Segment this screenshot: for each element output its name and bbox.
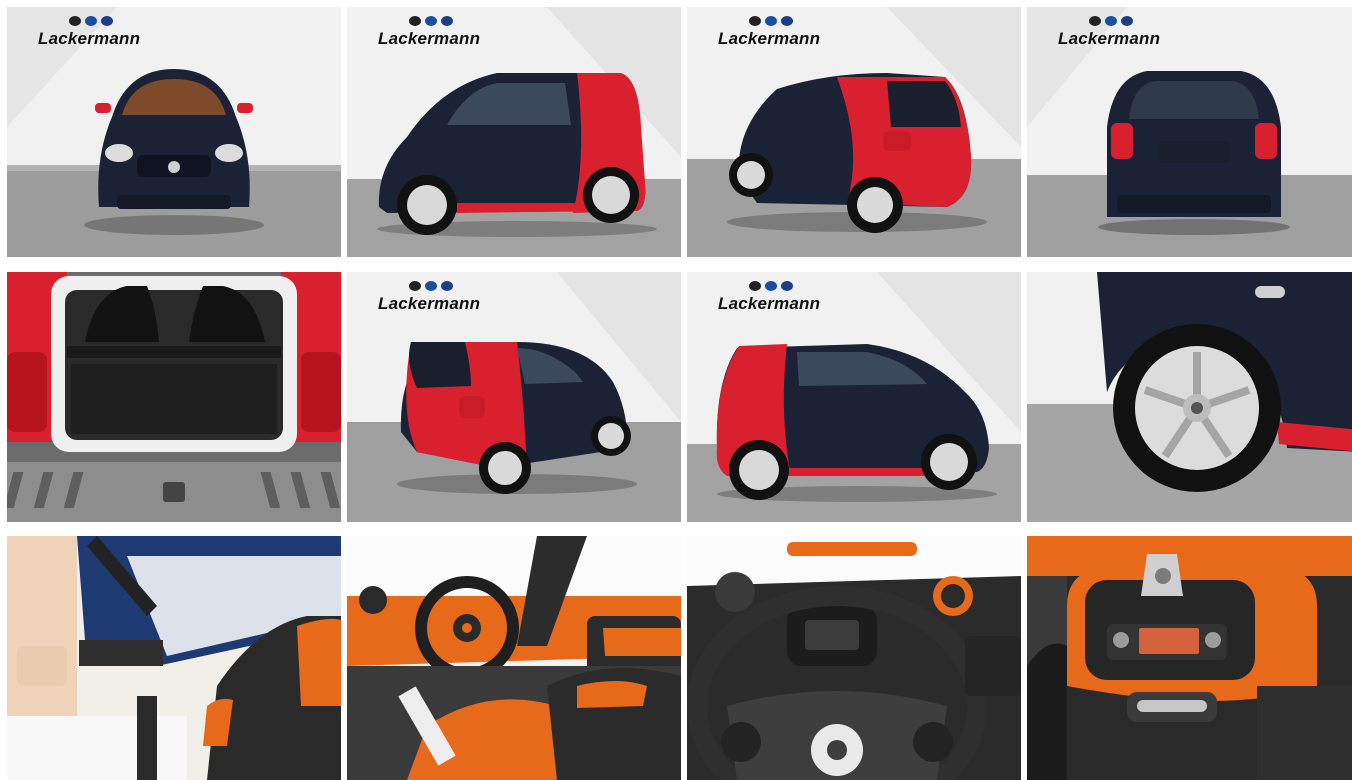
panorama-roof-photo (7, 536, 341, 780)
dealer-logo-text: Lackermann (718, 294, 821, 313)
car-wheel-photo (1027, 272, 1352, 522)
dealer-logo-text: Lackermann (1058, 29, 1161, 48)
photo-tile-front[interactable]: Lackermann (7, 7, 341, 257)
car-trunk-photo (7, 272, 341, 522)
photo-tile-cockpit[interactable] (347, 536, 681, 780)
steering-wheel-photo (687, 536, 1021, 780)
photo-tile-rear-three-quarter[interactable]: Lackermann (687, 7, 1021, 257)
photo-tile-center-console[interactable] (1027, 536, 1352, 780)
photo-tile-panorama-roof[interactable] (7, 536, 341, 780)
photo-tile-trunk[interactable] (7, 272, 341, 522)
photo-gallery-grid: Lackermann Lackermann Lackermann Lackerm… (0, 0, 1352, 780)
dealer-logo: Lackermann (718, 281, 838, 321)
dealer-logo: Lackermann (718, 16, 838, 56)
photo-tile-steering-wheel[interactable] (687, 536, 1021, 780)
dealer-logo: Lackermann (378, 16, 498, 56)
dealer-logo: Lackermann (38, 16, 158, 56)
dealer-logo-text: Lackermann (38, 29, 141, 48)
cockpit-photo (347, 536, 681, 780)
photo-tile-rear-left-three-quarter[interactable]: Lackermann (347, 272, 681, 522)
center-console-photo (1027, 536, 1352, 780)
dealer-logo-text: Lackermann (378, 29, 481, 48)
photo-tile-side-left[interactable]: Lackermann (347, 7, 681, 257)
photo-tile-side-right[interactable]: Lackermann (687, 272, 1021, 522)
photo-tile-wheel[interactable] (1027, 272, 1352, 522)
photo-tile-rear[interactable]: Lackermann (1027, 7, 1352, 257)
dealer-logo: Lackermann (378, 281, 498, 321)
dealer-logo-text: Lackermann (718, 29, 821, 48)
dealer-logo-text: Lackermann (378, 294, 481, 313)
dealer-logo: Lackermann (1058, 16, 1178, 56)
